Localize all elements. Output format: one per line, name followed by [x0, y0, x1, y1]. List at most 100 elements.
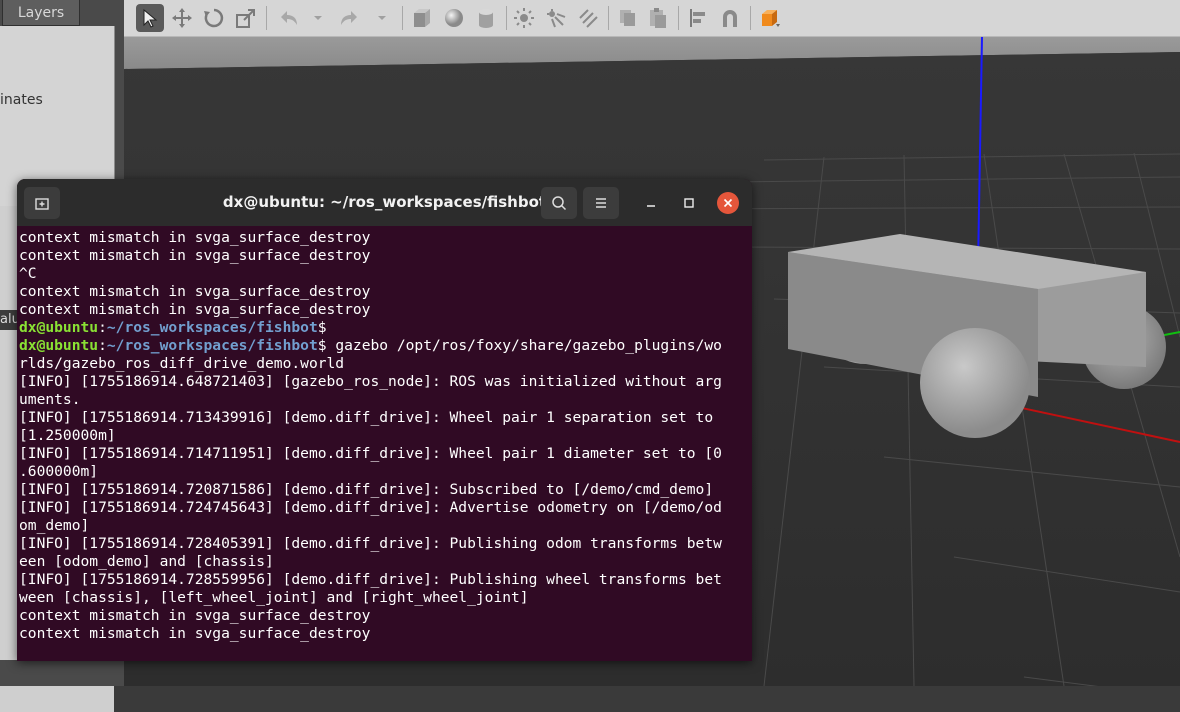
- terminal-line: om_demo]: [19, 517, 741, 535]
- toolbar-separator: [678, 6, 679, 30]
- new-tab-icon: [35, 198, 49, 210]
- line-text: [INFO] [1755186914.648721403] [gazebo_ro…: [19, 373, 722, 390]
- terminal-line: dx@ubuntu:~/ros_workspaces/fishbot$: [19, 319, 741, 337]
- terminal-output[interactable]: context mismatch in svga_surface_destroy…: [19, 229, 741, 659]
- prompt-dollar: $: [317, 319, 327, 336]
- paste-icon: [650, 8, 666, 28]
- minimize-icon: [647, 205, 655, 207]
- terminal-line: [INFO] [1755186914.648721403] [gazebo_ro…: [19, 373, 741, 391]
- undo-icon: [281, 11, 297, 25]
- terminal-window[interactable]: dx@ubuntu: ~/ros_workspaces/fishbot cont…: [17, 179, 752, 661]
- toolbar-separator: [608, 6, 609, 30]
- left-panel-footer: [0, 660, 124, 686]
- orange-cube-icon: [762, 10, 780, 27]
- move-arrows-icon: [172, 8, 192, 28]
- value-label: alu: [0, 310, 18, 330]
- terminal-line: [INFO] [1755186914.720871586] [demo.diff…: [19, 481, 741, 499]
- redo-history-button[interactable]: [368, 4, 396, 32]
- minimize-button[interactable]: [637, 189, 665, 217]
- snap-button[interactable]: [716, 4, 744, 32]
- directional-light-button[interactable]: [574, 4, 602, 32]
- line-text: om_demo]: [19, 517, 90, 534]
- undo-history-button[interactable]: [304, 4, 332, 32]
- view-angle-button[interactable]: [756, 4, 784, 32]
- tab-layers[interactable]: Layers: [2, 0, 80, 26]
- redo-button[interactable]: [336, 4, 364, 32]
- terminal-line: [INFO] [1755186914.713439916] [demo.diff…: [19, 409, 741, 427]
- maximize-icon: [684, 198, 694, 208]
- spotlight-icon: [547, 9, 566, 28]
- terminal-line: [INFO] [1755186914.724745643] [demo.diff…: [19, 499, 741, 517]
- terminal-line: context mismatch in svga_surface_destroy: [19, 247, 741, 265]
- align-button[interactable]: [684, 4, 712, 32]
- chevron-down-icon: [314, 16, 322, 20]
- line-text: .600000m]: [19, 463, 99, 480]
- search-button[interactable]: [541, 187, 577, 219]
- terminal-line: uments.: [19, 391, 741, 409]
- terminal-line: ^C: [19, 265, 741, 283]
- arrow-cursor-icon: [143, 8, 158, 28]
- close-icon: [723, 198, 733, 208]
- close-button[interactable]: [717, 192, 739, 214]
- gazebo-toolbar: [124, 0, 1180, 37]
- terminal-line: context mismatch in svga_surface_destroy: [19, 229, 741, 247]
- line-text: ^C: [19, 265, 37, 282]
- magnet-icon: [723, 10, 737, 27]
- line-text: [1.250000m]: [19, 427, 116, 444]
- terminal-line: dx@ubuntu:~/ros_workspaces/fishbot$ gaze…: [19, 337, 741, 355]
- maximize-button[interactable]: [675, 189, 703, 217]
- terminal-line: .600000m]: [19, 463, 741, 481]
- line-text: [INFO] [1755186914.720871586] [demo.diff…: [19, 481, 714, 498]
- line-text: context mismatch in svga_surface_destroy: [19, 247, 371, 264]
- chevron-down-icon: [378, 16, 386, 20]
- terminal-line: [1.250000m]: [19, 427, 741, 445]
- prompt-path: ~/ros_workspaces/fishbot: [106, 319, 318, 336]
- prompt-user: dx@ubuntu: [19, 319, 99, 336]
- hamburger-icon: [596, 198, 606, 208]
- terminal-line: [INFO] [1755186914.728405391] [demo.diff…: [19, 535, 741, 553]
- scale-mode-button[interactable]: [232, 4, 260, 32]
- box-shape-icon: [414, 9, 430, 27]
- terminal-line: context mismatch in svga_surface_destroy: [19, 625, 741, 643]
- terminal-line: ween [chassis], [left_wheel_joint] and […: [19, 589, 741, 607]
- front-wheel: [920, 328, 1030, 438]
- directional-light-icon: [579, 9, 598, 28]
- toolbar-separator: [266, 6, 267, 30]
- align-left-icon: [690, 9, 705, 27]
- prompt-colon: :: [98, 337, 107, 354]
- sphere-shape-icon: [445, 9, 463, 27]
- prompt-user: dx@ubuntu: [19, 337, 99, 354]
- line-text: context mismatch in svga_surface_destroy: [19, 229, 371, 246]
- terminal-line: context mismatch in svga_surface_destroy: [19, 283, 741, 301]
- terminal-line: context mismatch in svga_surface_destroy: [19, 301, 741, 319]
- line-text: context mismatch in svga_surface_destroy: [19, 607, 371, 624]
- translate-mode-button[interactable]: [168, 4, 196, 32]
- line-text: [INFO] [1755186914.728405391] [demo.diff…: [19, 535, 722, 552]
- sun-icon: [514, 8, 534, 28]
- line-text: ween [chassis], [left_wheel_joint] and […: [19, 589, 529, 606]
- rotate-mode-button[interactable]: [200, 4, 228, 32]
- insert-box-button[interactable]: [408, 4, 436, 32]
- paste-button[interactable]: [644, 4, 672, 32]
- terminal-line: [INFO] [1755186914.714711951] [demo.diff…: [19, 445, 741, 463]
- prompt-colon: :: [98, 319, 107, 336]
- insert-cylinder-button[interactable]: [472, 4, 500, 32]
- terminal-line: een [odom_demo] and [chassis]: [19, 553, 741, 571]
- prompt-path: ~/ros_workspaces/fishbot: [106, 337, 318, 354]
- undo-button[interactable]: [274, 4, 302, 32]
- copy-button[interactable]: [614, 4, 642, 32]
- toolbar-separator: [402, 6, 403, 30]
- insert-sphere-button[interactable]: [440, 4, 468, 32]
- cylinder-shape-icon: [479, 9, 493, 28]
- terminal-line: [INFO] [1755186914.728559956] [demo.diff…: [19, 571, 741, 589]
- point-light-button[interactable]: [510, 4, 538, 32]
- new-tab-button[interactable]: [24, 187, 60, 219]
- hamburger-menu-button[interactable]: [583, 187, 619, 219]
- line-text: [INFO] [1755186914.724745643] [demo.diff…: [19, 499, 722, 516]
- line-text: [INFO] [1755186914.728559956] [demo.diff…: [19, 571, 722, 588]
- spot-light-button[interactable]: [542, 4, 570, 32]
- line-text: context mismatch in svga_surface_destroy: [19, 283, 371, 300]
- toolbar-separator: [506, 6, 507, 30]
- select-mode-button[interactable]: [136, 4, 164, 32]
- redo-icon: [341, 11, 357, 25]
